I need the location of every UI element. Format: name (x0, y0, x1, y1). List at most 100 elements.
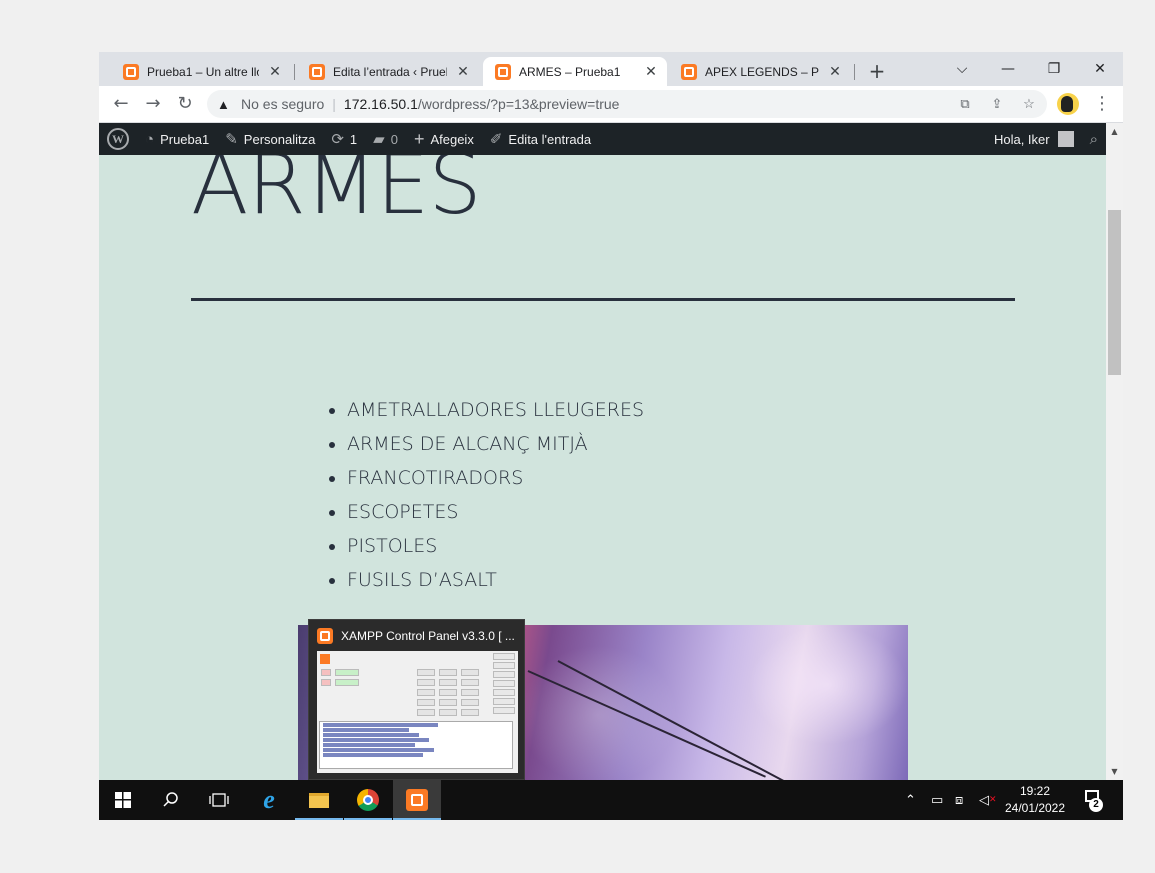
tray-overflow-icon[interactable]: ⌃ (905, 780, 916, 820)
taskbar: e ⌃ ▭ ⧈ ◁ ✕ 19:22 24/01/2022 2 (99, 780, 1123, 820)
xampp-icon (495, 63, 511, 80)
minimize-button[interactable]: — (988, 57, 1028, 81)
new-content-menu[interactable]: + Afegeix (406, 123, 482, 155)
xampp-icon (123, 63, 139, 80)
list-item: FRANCOTIRADORS (347, 461, 644, 495)
scroll-up-arrow[interactable]: ▲ (1106, 123, 1123, 140)
taskbar-thumbnail-preview[interactable]: XAMPP Control Panel v3.3.0 [ ... (308, 619, 525, 780)
address-bar[interactable]: ▲ No es seguro | 172.16.50.1/wordpress/?… (207, 90, 1047, 118)
comments-link[interactable]: ▰ 0 (365, 123, 406, 155)
wordpress-icon: W (107, 128, 129, 150)
site-name-menu[interactable]: ◔ Prueba1 (137, 123, 217, 155)
profile-icon[interactable] (1057, 93, 1079, 115)
back-icon[interactable]: ← (109, 92, 133, 116)
file-explorer-button[interactable] (295, 780, 343, 820)
clock-time: 19:22 (1019, 784, 1051, 798)
close-icon[interactable]: ✕ (453, 62, 473, 82)
tab-apex-legends[interactable]: APEX LEGENDS – Prueba ✕ (669, 57, 851, 86)
volume-muted-icon[interactable]: ◁ ✕ (979, 780, 997, 820)
search-icon[interactable] (147, 780, 195, 820)
url-text[interactable]: 172.16.50.1/wordpress/?p=13&preview=true (344, 96, 620, 112)
close-icon[interactable]: ✕ (641, 62, 661, 82)
network-icon[interactable]: ⧈ (955, 780, 963, 820)
thumbnail-title: XAMPP Control Panel v3.3.0 [ ... (341, 629, 515, 643)
thumb-row (321, 699, 491, 707)
xampp-icon (681, 63, 697, 80)
tab-search-button[interactable]: ⌵ (942, 57, 982, 81)
chrome-icon (357, 789, 379, 811)
tab-separator (854, 64, 855, 80)
list-item: FUSILS D’ASALT (347, 563, 644, 597)
security-label[interactable]: No es seguro (241, 96, 324, 112)
wp-admin-bar: W ◔ Prueba1 ✎ Personalitza ⟳ 1 ▰ 0 + Afe… (99, 123, 1106, 155)
windows-start-icon[interactable] (99, 780, 147, 820)
close-icon[interactable]: ✕ (265, 62, 285, 82)
clock-date: 24/01/2022 (1004, 801, 1066, 815)
reload-icon[interactable]: ↻ (173, 92, 197, 116)
restore-button[interactable]: ❐ (1034, 57, 1074, 81)
avatar (1057, 131, 1074, 147)
share-icon[interactable]: ⇪ (989, 96, 1005, 112)
customize-label: Personalitza (243, 131, 316, 147)
tab-prueba1[interactable]: Prueba1 – Un altre lloc ✕ (111, 57, 291, 86)
scroll-thumb[interactable] (1108, 210, 1121, 375)
xampp-icon (320, 654, 330, 664)
thumb-button (493, 662, 515, 669)
close-window-button[interactable]: ✕ (1080, 57, 1120, 81)
menu-icon[interactable]: ⋮ (1093, 92, 1111, 116)
updates-link[interactable]: ⟳ 1 (323, 123, 365, 155)
url-host: 172.16.50.1 (343, 96, 418, 112)
list-item: ARMES DE ALCANÇ MITJÀ (347, 427, 644, 461)
page-scrollbar[interactable]: ▲ ▼ (1106, 123, 1123, 780)
edit-post-link[interactable]: ✐ Edita l'entrada (482, 123, 599, 155)
chrome-button[interactable] (344, 780, 392, 820)
url-path: /wordpress/?p=13&preview=true (417, 96, 620, 112)
wp-logo-menu[interactable]: W (99, 123, 137, 155)
page-content: ARMES AMETRALLADORES LLEUGERES ARMES DE … (99, 135, 1106, 780)
site-name: Prueba1 (160, 131, 210, 147)
update-icon: ⟳ (331, 131, 344, 148)
thumbnail-header: XAMPP Control Panel v3.3.0 [ ... (317, 628, 515, 644)
scroll-down-arrow[interactable]: ▼ (1106, 763, 1123, 780)
tab-armes[interactable]: ARMES – Prueba1 ✕ (483, 57, 667, 86)
tab-title: APEX LEGENDS – Prueba (705, 64, 819, 79)
tab-edita-entrada[interactable]: Edita l’entrada ‹ Prueba ✕ (297, 57, 479, 86)
pencil-icon: ✐ (489, 131, 503, 148)
image-glow (748, 625, 908, 745)
notification-count: 2 (1089, 798, 1103, 812)
search-button[interactable]: ⌕ (1082, 123, 1106, 155)
translate-icon[interactable]: ⧉ (957, 96, 973, 112)
new-tab-button[interactable]: + (865, 59, 889, 83)
power-icon[interactable]: ▭ (931, 780, 943, 820)
ie-icon[interactable]: e (245, 780, 293, 820)
star-icon[interactable]: ☆ (1021, 96, 1037, 112)
comment-icon: ▰ (373, 131, 385, 148)
forward-icon[interactable]: → (141, 92, 165, 116)
new-label: Afegeix (430, 131, 474, 147)
thumb-row (321, 679, 491, 687)
xampp-button[interactable] (393, 780, 441, 820)
customize-link[interactable]: ✎ Personalitza (217, 123, 323, 155)
system-clock[interactable]: 19:22 24/01/2022 (995, 783, 1075, 817)
warning-icon[interactable]: ▲ (217, 97, 233, 112)
brush-icon: ✎ (225, 131, 238, 148)
thumb-row (321, 669, 491, 677)
thumb-button (493, 689, 515, 696)
greeting: Hola, Iker (993, 131, 1050, 147)
thumb-button (493, 698, 515, 705)
account-menu[interactable]: Hola, Iker (986, 123, 1082, 155)
list-item: AMETRALLADORES LLEUGERES (347, 393, 644, 427)
dashboard-icon: ◔ (145, 130, 155, 148)
folder-icon (309, 792, 329, 808)
comments-count: 0 (390, 131, 398, 147)
tab-strip: Prueba1 – Un altre lloc ✕ Edita l’entrad… (99, 52, 1123, 86)
action-center-button[interactable]: 2 (1079, 788, 1103, 812)
xampp-icon (317, 628, 333, 644)
thumb-button (493, 671, 515, 678)
task-view-icon[interactable] (195, 780, 243, 820)
admin-bar-secondary: Hola, Iker ⌕ (986, 123, 1106, 155)
close-icon[interactable]: ✕ (825, 62, 845, 82)
plus-icon: + (413, 128, 425, 149)
xampp-icon (309, 63, 325, 80)
title-divider (191, 298, 1015, 301)
